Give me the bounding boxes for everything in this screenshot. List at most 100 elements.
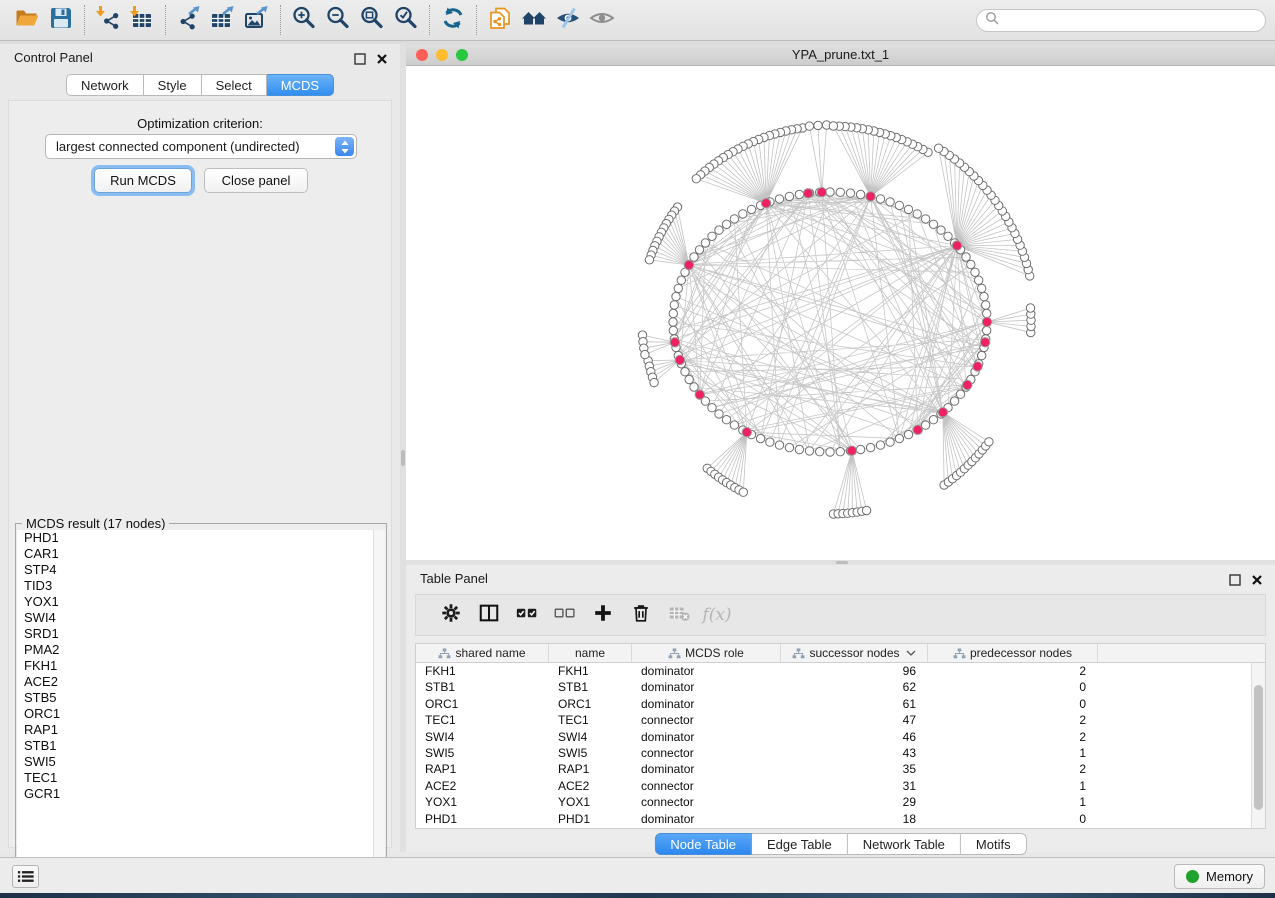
table-row[interactable]: TEC1TEC1connector472: [416, 712, 1251, 728]
mcds-result-item[interactable]: STB5: [17, 690, 385, 706]
table-row[interactable]: YOX1YOX1connector291: [416, 794, 1251, 810]
table-settings-gear-button[interactable]: [432, 600, 470, 630]
network-graph[interactable]: [406, 66, 1275, 560]
table-row[interactable]: ACE2ACE2connector311: [416, 778, 1251, 794]
table-cell: FKH1: [549, 663, 632, 679]
zoom-selected-button[interactable]: [389, 4, 423, 36]
table-row[interactable]: ORC1ORC1dominator610: [416, 696, 1251, 712]
table-cell: 47: [781, 712, 928, 728]
show-columns-button[interactable]: [470, 600, 508, 630]
close-icon[interactable]: [1251, 573, 1263, 585]
mcds-result-item[interactable]: SWI5: [17, 754, 385, 770]
table-tab-node-table[interactable]: Node Table: [654, 833, 752, 855]
export-image-button[interactable]: [240, 4, 274, 36]
table-cell: STB1: [416, 679, 549, 695]
zoom-fit-button[interactable]: [355, 4, 389, 36]
table-cell: connector: [632, 778, 781, 794]
column-header-mcds-role[interactable]: MCDS role: [632, 644, 781, 662]
mcds-result-item[interactable]: CAR1: [17, 546, 385, 562]
mcds-result-item[interactable]: YOX1: [17, 594, 385, 610]
traffic-zoom-button[interactable]: [456, 49, 468, 61]
table-row[interactable]: STB1STB1dominator620: [416, 679, 1251, 695]
mcds-result-item[interactable]: PMA2: [17, 642, 385, 658]
zoom-out-button[interactable]: [321, 4, 355, 36]
memory-label: Memory: [1206, 869, 1253, 884]
mcds-result-item[interactable]: FKH1: [17, 658, 385, 674]
import-table-button[interactable]: [125, 4, 159, 36]
float-window-icon[interactable]: [1229, 573, 1241, 585]
run-mcds-button[interactable]: Run MCDS: [94, 168, 192, 193]
traffic-minimize-button[interactable]: [436, 49, 448, 61]
status-bar: Memory: [0, 857, 1275, 893]
memory-button[interactable]: Memory: [1174, 864, 1265, 889]
mcds-result-item[interactable]: TEC1: [17, 770, 385, 786]
table-cell: 35: [781, 761, 928, 777]
duplicate-network-button[interactable]: [483, 4, 517, 36]
table-tab-network-table[interactable]: Network Table: [848, 833, 961, 855]
open-file-button[interactable]: [10, 4, 44, 36]
mcds-result-item[interactable]: ACE2: [17, 674, 385, 690]
zoom-out-icon: [325, 5, 351, 36]
table-scrollbar-thumb[interactable]: [1254, 685, 1263, 810]
splitter-handle[interactable]: [836, 561, 848, 564]
table-row[interactable]: PHD1PHD1dominator180: [416, 811, 1251, 827]
network-titlebar[interactable]: YPA_prune.txt_1: [406, 44, 1275, 66]
column-header-successor-nodes[interactable]: successor nodes: [781, 644, 928, 662]
table-row[interactable]: SWI5SWI5connector431: [416, 745, 1251, 761]
table-row[interactable]: SWI4SWI4dominator462: [416, 729, 1251, 745]
table-cell: TEC1: [549, 712, 632, 728]
zoom-in-button[interactable]: [287, 4, 321, 36]
mcds-result-item[interactable]: STB1: [17, 738, 385, 754]
tab-network[interactable]: Network: [66, 74, 144, 96]
table-cell: connector: [632, 794, 781, 810]
tab-mcds[interactable]: MCDS: [267, 74, 334, 96]
splitter-handle[interactable]: [401, 450, 405, 466]
show-graphics-details-button[interactable]: [585, 4, 619, 36]
tab-style[interactable]: Style: [144, 74, 202, 96]
close-panel-button[interactable]: Close panel: [204, 168, 308, 193]
mcds-list-scrollbar[interactable]: [373, 530, 385, 894]
add-row-button[interactable]: [584, 600, 622, 630]
table-row[interactable]: FKH1FKH1dominator962: [416, 663, 1251, 679]
float-window-icon[interactable]: [354, 52, 366, 64]
mcds-result-item[interactable]: ORC1: [17, 706, 385, 722]
network-canvas[interactable]: [406, 66, 1275, 560]
table-cell: 0: [928, 679, 1098, 695]
table-cell: 2: [928, 729, 1098, 745]
select-all-button[interactable]: [508, 600, 546, 630]
table-cell: dominator: [632, 696, 781, 712]
table-cell: STB1: [549, 679, 632, 695]
mcds-result-item[interactable]: SWI4: [17, 610, 385, 626]
search-box[interactable]: [976, 9, 1266, 32]
column-header-shared-name[interactable]: shared name: [416, 644, 549, 662]
tab-select[interactable]: Select: [202, 74, 267, 96]
import-network-button[interactable]: [91, 4, 125, 36]
mcds-result-item[interactable]: STP4: [17, 562, 385, 578]
mcds-result-item[interactable]: TID3: [17, 578, 385, 594]
export-network-button[interactable]: [172, 4, 206, 36]
mcds-result-item[interactable]: SRD1: [17, 626, 385, 642]
close-icon[interactable]: [376, 52, 388, 64]
table-row[interactable]: RAP1RAP1dominator352: [416, 761, 1251, 777]
optimization-criterion-select[interactable]: largest connected component (undirected): [45, 134, 357, 159]
mcds-result-item[interactable]: RAP1: [17, 722, 385, 738]
table-cell: 1: [928, 745, 1098, 761]
column-header-name[interactable]: name: [549, 644, 632, 662]
table-scrollbar[interactable]: [1251, 663, 1265, 828]
search-input[interactable]: [999, 11, 1265, 30]
deselect-all-button[interactable]: [546, 600, 584, 630]
refresh-view-button[interactable]: [436, 4, 470, 36]
mcds-result-item[interactable]: GCR1: [17, 786, 385, 802]
export-table-button[interactable]: [206, 4, 240, 36]
first-neighbors-button[interactable]: [517, 4, 551, 36]
mcds-result-item[interactable]: PHD1: [17, 530, 385, 546]
traffic-close-button[interactable]: [416, 49, 428, 61]
panel-menu-button[interactable]: [12, 865, 39, 888]
column-header-predecessor-nodes[interactable]: predecessor nodes: [928, 644, 1098, 662]
hide-graphics-details-button[interactable]: [551, 4, 585, 36]
table-tab-edge-table[interactable]: Edge Table: [752, 833, 848, 855]
table-tab-motifs[interactable]: Motifs: [961, 833, 1027, 855]
delete-row-button[interactable]: [622, 600, 660, 630]
toolbar-separator: [280, 5, 281, 35]
save-session-button[interactable]: [44, 4, 78, 36]
